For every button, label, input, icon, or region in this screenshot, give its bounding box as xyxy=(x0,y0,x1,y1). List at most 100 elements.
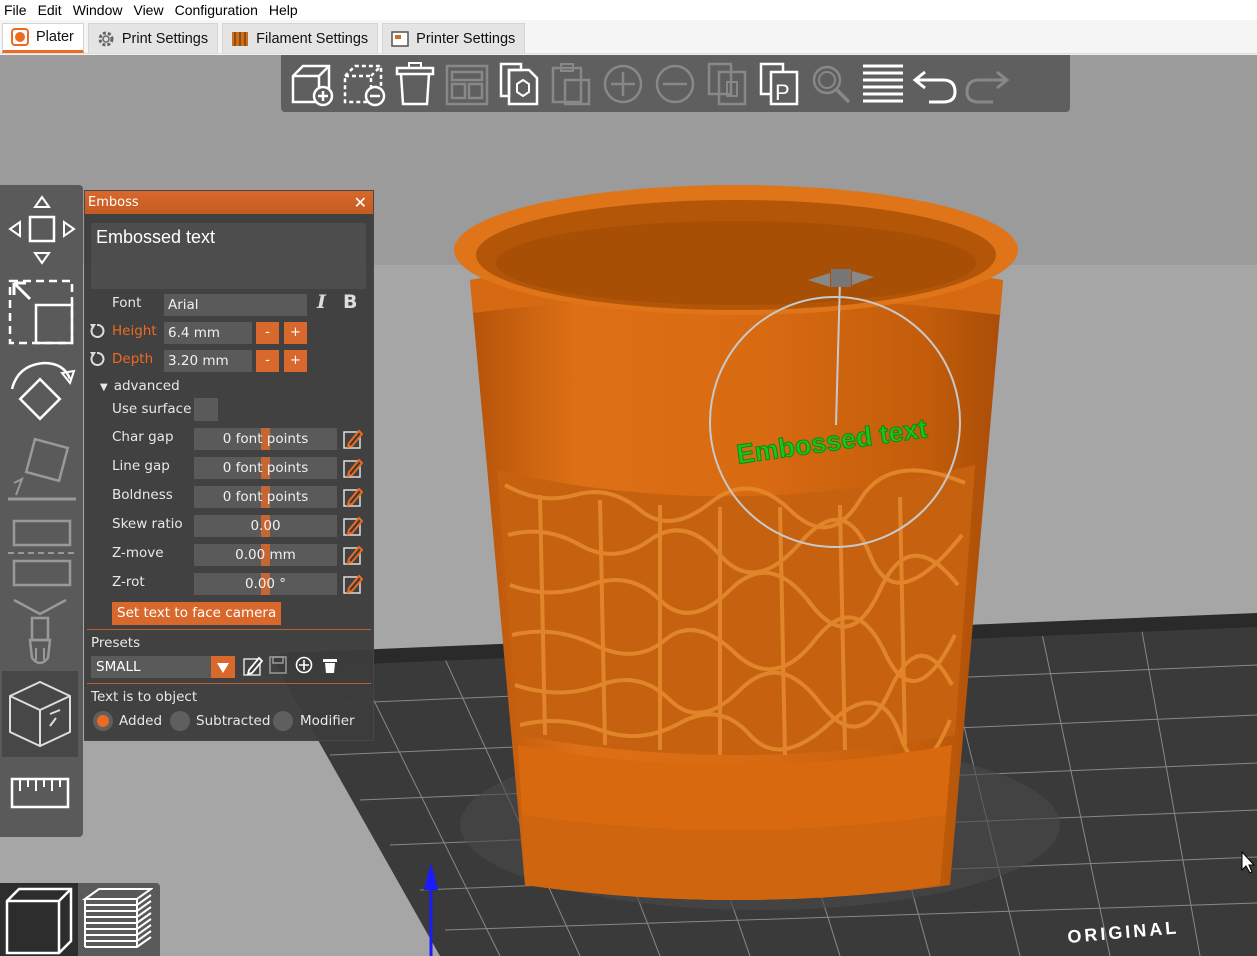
delete-button[interactable] xyxy=(337,58,389,110)
layers-editing-button[interactable] xyxy=(857,58,909,110)
preview-button[interactable] xyxy=(78,883,156,956)
mode-added-label: Added xyxy=(119,713,163,729)
reset-depth-icon[interactable] xyxy=(89,351,105,367)
depth-increase-button[interactable]: + xyxy=(284,350,307,372)
delete-all-icon xyxy=(395,61,435,105)
advanced-toggle[interactable]: ▼ advanced xyxy=(100,378,180,394)
char-gap-value: 0 font points xyxy=(222,431,309,447)
place-on-face-button[interactable] xyxy=(2,435,78,507)
plater-icon xyxy=(11,28,29,46)
height-decrease-button[interactable]: - xyxy=(256,322,279,344)
emboss-panel-header: Emboss ✕ xyxy=(85,191,373,214)
line-gap-label: Line gap xyxy=(112,458,170,474)
arrange-button[interactable] xyxy=(441,58,493,110)
rotate-icon xyxy=(10,361,76,421)
undo-icon xyxy=(912,70,957,103)
move-gizmo-button[interactable] xyxy=(2,191,78,267)
set-text-face-camera-button[interactable]: Set text to face camera xyxy=(112,602,282,625)
z-move-label: Z-move xyxy=(112,545,164,561)
scale-icon xyxy=(8,279,74,345)
save-icon[interactable] xyxy=(269,656,287,674)
edit-pencil-icon[interactable] xyxy=(343,487,363,507)
height-input[interactable]: 6.4 mm xyxy=(164,322,252,344)
delete-preset-icon[interactable] xyxy=(321,656,339,674)
use-surface-checkbox[interactable] xyxy=(194,398,218,421)
printer-icon xyxy=(391,30,409,47)
add-instance-button[interactable] xyxy=(597,58,649,110)
italic-icon[interactable]: I xyxy=(317,291,326,313)
z-rot-input[interactable]: 0.00 ° xyxy=(194,573,337,595)
menu-window[interactable]: Window xyxy=(69,2,130,18)
cube-view-icon xyxy=(5,887,73,954)
z-rot-label: Z-rot xyxy=(112,574,145,590)
menu-view[interactable]: View xyxy=(129,2,170,18)
menu-help[interactable]: Help xyxy=(265,2,305,18)
edit-pencil-icon[interactable] xyxy=(343,516,363,536)
bold-icon[interactable]: B xyxy=(343,291,357,313)
boldness-input[interactable]: 0 font points xyxy=(194,486,337,508)
delete-all-button[interactable] xyxy=(389,58,441,110)
add-preset-icon[interactable] xyxy=(295,656,313,674)
line-gap-input[interactable]: 0 font points xyxy=(194,457,337,479)
add-button[interactable] xyxy=(285,58,337,110)
layers-editing-icon xyxy=(863,64,903,102)
menu-file[interactable]: File xyxy=(0,2,34,18)
3d-view-button[interactable] xyxy=(0,883,78,956)
copy-button[interactable] xyxy=(493,58,545,110)
preset-select[interactable]: SMALL xyxy=(91,656,235,678)
split-to-parts-button[interactable]: P xyxy=(753,58,805,110)
edit-pencil-icon[interactable] xyxy=(343,458,363,478)
arrange-icon xyxy=(445,64,489,105)
tab-print-settings-label: Print Settings xyxy=(121,30,209,47)
char-gap-input[interactable]: 0 font points xyxy=(194,428,337,450)
reset-height-icon[interactable] xyxy=(89,323,105,339)
paste-button[interactable] xyxy=(545,58,597,110)
separator xyxy=(87,683,371,684)
emboss-title: Emboss xyxy=(88,195,139,210)
emboss-panel: Emboss ✕ Embossed text Font Arial I B He… xyxy=(84,190,374,741)
redo-icon xyxy=(965,70,1010,103)
split-to-objects-button[interactable] xyxy=(701,58,753,110)
mode-modifier-label: Modifier xyxy=(300,713,355,729)
mode-added-radio[interactable] xyxy=(93,711,113,731)
char-gap-label: Char gap xyxy=(112,429,174,445)
cup-model[interactable] xyxy=(454,185,1018,900)
tab-filament-settings[interactable]: Filament Settings xyxy=(222,23,379,53)
skew-ratio-input[interactable]: 0.00 xyxy=(194,515,337,537)
edit-pencil-icon[interactable] xyxy=(343,545,363,565)
close-icon[interactable]: ✕ xyxy=(354,193,367,212)
redo-button[interactable] xyxy=(961,58,1013,110)
mode-subtracted-radio[interactable] xyxy=(170,711,190,731)
tab-print-settings[interactable]: Print Settings xyxy=(87,23,219,53)
emboss-gizmo-button[interactable] xyxy=(2,671,78,757)
layers-preview-icon xyxy=(81,887,153,948)
cut-gizmo-button[interactable] xyxy=(2,511,78,591)
emboss-text-input[interactable]: Embossed text xyxy=(91,223,366,289)
triangle-down-icon: ▼ xyxy=(100,382,108,393)
font-select[interactable]: Arial xyxy=(164,294,307,316)
menu-edit[interactable]: Edit xyxy=(34,2,69,18)
rotate-gizmo-button[interactable] xyxy=(2,353,78,433)
paste-icon xyxy=(551,62,591,105)
svg-text:P: P xyxy=(775,80,790,105)
edit-preset-icon[interactable] xyxy=(243,656,263,676)
measure-gizmo-button[interactable] xyxy=(2,765,78,821)
undo-button[interactable] xyxy=(909,58,961,110)
search-button[interactable] xyxy=(805,58,857,110)
tab-printer-settings[interactable]: Printer Settings xyxy=(382,23,526,53)
paint-supports-button[interactable] xyxy=(2,595,78,673)
height-increase-button[interactable]: + xyxy=(284,322,307,344)
copy-icon xyxy=(499,62,539,105)
depth-input[interactable]: 3.20 mm xyxy=(164,350,252,372)
z-move-input[interactable]: 0.00 mm xyxy=(194,544,337,566)
remove-instance-button[interactable] xyxy=(649,58,701,110)
depth-decrease-button[interactable]: - xyxy=(256,350,279,372)
z-move-value: 0.00 mm xyxy=(235,547,296,563)
mode-modifier-radio[interactable] xyxy=(273,711,293,731)
scale-gizmo-button[interactable] xyxy=(2,271,78,351)
edit-pencil-icon[interactable] xyxy=(343,574,363,594)
edit-pencil-icon[interactable] xyxy=(343,429,363,449)
font-label: Font xyxy=(112,295,142,311)
tab-plater[interactable]: Plater xyxy=(2,23,84,53)
menu-configuration[interactable]: Configuration xyxy=(171,2,265,18)
